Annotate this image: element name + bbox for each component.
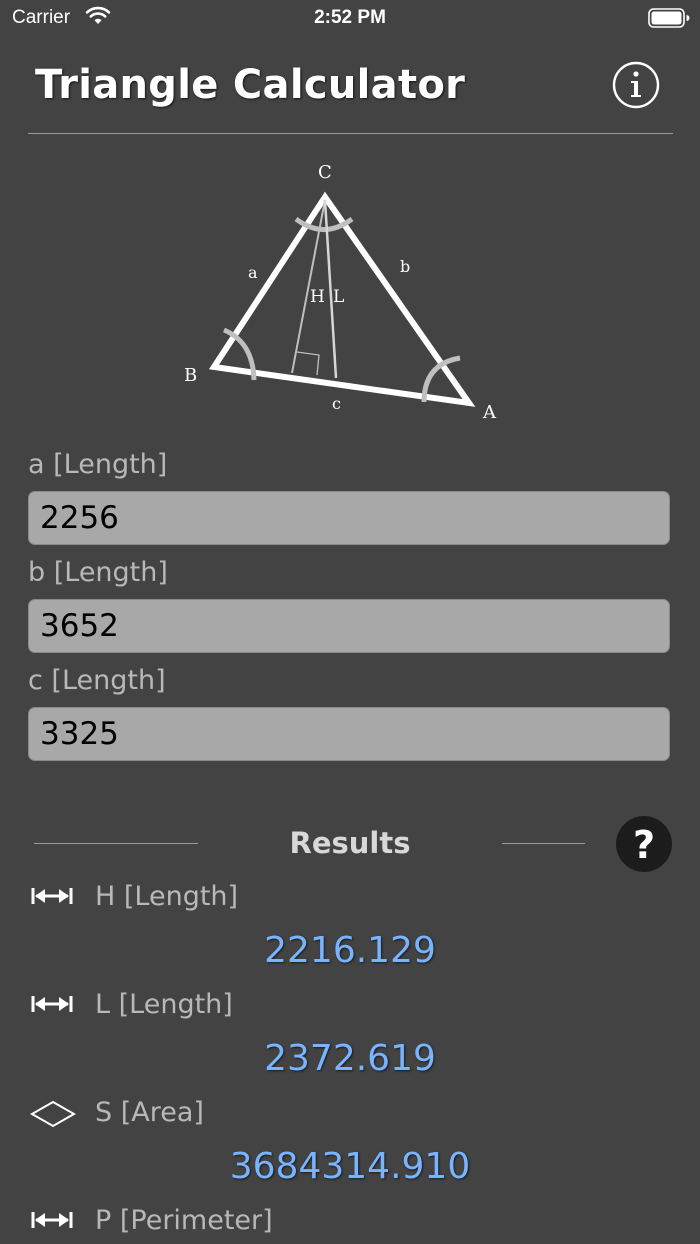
- results-title: Results: [289, 826, 411, 860]
- status-bar: Carrier 2:52 PM: [0, 0, 700, 36]
- side-b-label: b: [400, 257, 410, 276]
- side-a-label: a: [248, 263, 258, 282]
- result-p-label: P [Perimeter]: [95, 1205, 273, 1236]
- vertex-a-label: A: [482, 402, 497, 423]
- page-title: Triangle Calculator: [35, 62, 466, 108]
- result-l-value: 2372.619: [264, 1038, 436, 1079]
- line-l-label: L: [333, 287, 344, 307]
- help-button[interactable]: ?: [616, 816, 672, 872]
- side-b-input[interactable]: [28, 599, 670, 653]
- area-diamond-icon: [30, 1100, 76, 1128]
- vertex-b-label: B: [184, 365, 197, 386]
- length-arrows-icon: [31, 888, 73, 904]
- triangle-diagram: C B A a b c H L: [184, 162, 497, 423]
- result-l-label: L [Length]: [95, 989, 233, 1020]
- results-divider-right: [502, 843, 585, 844]
- result-s-value: 3684314.910: [229, 1146, 471, 1187]
- result-h-value: 2216.129: [264, 930, 436, 971]
- side-c-field-label: c [Length]: [28, 665, 166, 696]
- side-c-input[interactable]: [28, 707, 670, 761]
- header-divider: [28, 133, 673, 134]
- side-a-input[interactable]: [28, 491, 670, 545]
- height-label: H: [310, 287, 325, 307]
- status-time: 2:52 PM: [314, 7, 386, 28]
- side-c-label: c: [332, 394, 341, 413]
- info-button[interactable]: [612, 61, 660, 109]
- question-mark-icon: ?: [633, 823, 655, 867]
- side-a-field-label: a [Length]: [28, 449, 168, 480]
- length-arrows-icon: [31, 996, 73, 1012]
- side-b-field-label: b [Length]: [28, 557, 168, 588]
- vertex-c-label: C: [318, 162, 332, 183]
- result-h-label: H [Length]: [95, 881, 239, 912]
- length-arrows-icon: [31, 1212, 73, 1228]
- battery-icon: [648, 8, 690, 28]
- result-s-label: S [Area]: [95, 1097, 204, 1128]
